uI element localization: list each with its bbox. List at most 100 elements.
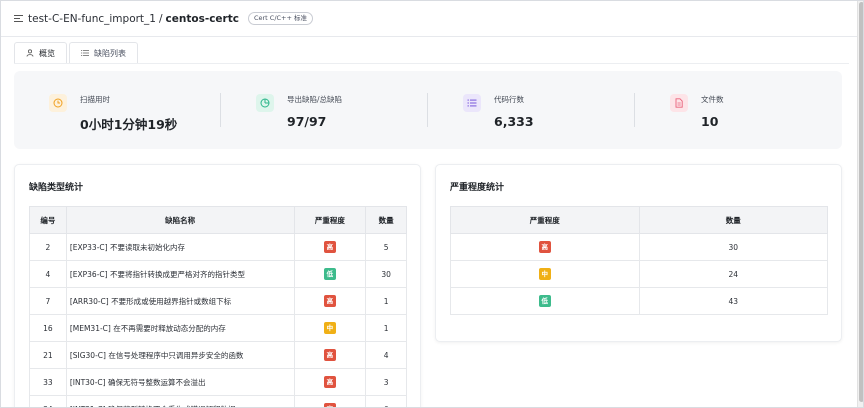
page-header: test-C-EN-func_import_1 / centos-certc C… [1,1,857,37]
column-header: 数量 [365,206,407,234]
defect-id: 2 [29,233,67,261]
defect-id: 4 [29,260,67,288]
defect-type-table: 编号 缺陷名称 严重程度 数量 2 [EXP33-C] 不要读取未初始化内存高 5 4… [29,206,407,407]
table-row: 低 43 [450,287,828,315]
severity-count: 43 [638,287,828,315]
severity-cell: 低 [293,260,367,288]
standard-badge: Cert C/C++ 标准 [247,12,314,25]
tab-bar: 概览 缺陷列表 [14,42,140,63]
table-row: 中 24 [450,260,828,288]
defect-name[interactable]: [INT30-C] 确保无符号整数运算不会溢出 [65,368,295,396]
stat-label: 扫描用时 [80,95,110,104]
page-scrollbar[interactable] [857,1,863,407]
table-row[interactable]: 34[INT31-C] 确保整型转换不会丢失或错误解释数据高 6 [29,395,407,407]
column-header: 缺陷名称 [65,206,295,234]
overview-icon [25,49,34,58]
tab-defect-list-label: 缺陷列表 [94,48,126,58]
table-row[interactable]: 4 [EXP36-C] 不要将指针转换成更严格对齐的指针类型 低 30 [29,260,407,288]
breadcrumb-separator: / [158,12,163,25]
tab-divider [14,63,849,64]
defect-count: 5 [365,233,407,261]
stat-value: 6,333 [494,114,534,129]
column-header: 严重程度 [450,206,640,234]
defect-id: 16 [29,314,67,342]
stat-label: 文件数 [701,95,724,104]
severity-cell: 低 [450,287,640,315]
tab-overview-label: 概览 [39,48,55,58]
table-row[interactable]: 16 [MEM31-C] 在不再需要时释放动态分配的内存 中 1 [29,314,407,342]
defect-id: 34 [29,395,67,407]
menu-icon[interactable] [14,14,23,23]
severity-count: 24 [638,260,828,288]
severity-badge: 低 [323,268,336,280]
table-header-row: 严重程度 数量 [450,206,828,234]
stat-label: 代码行数 [494,95,524,104]
severity-badge: 高 [323,403,336,407]
defect-id: 21 [29,341,67,369]
column-header: 数量 [638,206,828,234]
defect-count: 1 [365,287,407,315]
stat-value: 0小时1分钟19秒 [80,117,178,132]
defect-name[interactable]: [EXP36-C] 不要将指针转换成更严格对齐的指针类型 [65,260,295,288]
column-header: 编号 [29,206,67,234]
stat-value: 97/97 [287,114,327,129]
severity-stats-title: 严重程度统计 [450,183,505,193]
stat-code-lines: 代码行数 6,333 [428,71,635,149]
table-row[interactable]: 21 [SIG30-C] 在信号处理程序中只调用异步安全的函数 高 4 [29,341,407,369]
table-header-row: 编号 缺陷名称 严重程度 数量 [29,206,407,234]
severity-cell: 中 [450,260,640,288]
table-row[interactable]: 7 [ARR30-C] 不要形成或使用越界指针或数组下标 高 1 [29,287,407,315]
stats-panel: 扫描用时 0小时1分钟19秒 导出缺陷/总缺陷 97/97 代码行数 6,333… [14,71,842,149]
table-row: 高 30 [450,233,828,261]
defect-count: 30 [365,260,407,288]
table-row[interactable]: 2 [EXP33-C] 不要读取未初始化内存 高 5 [29,233,407,261]
severity-cell: 高 [293,368,367,396]
scrollbar-thumb[interactable] [859,2,863,402]
defect-id: 33 [29,368,67,396]
defect-name[interactable]: [EXP33-C] 不要读取未初始化内存 [65,233,295,261]
severity-badge: 中 [323,322,336,334]
app-window: test-C-EN-func_import_1 / centos-certc C… [0,0,864,408]
defect-count: 4 [365,341,407,369]
severity-badge: 高 [323,349,336,361]
defect-type-title: 缺陷类型统计 [29,183,84,193]
defect-name[interactable]: [MEM31-C] 在不再需要时释放动态分配的内存 [65,314,295,342]
defect-id: 7 [29,287,67,315]
severity-cell: 高 [293,395,367,407]
stat-value: 10 [701,114,719,129]
severity-badge: 低 [538,295,551,307]
severity-cell: 高 [293,233,367,261]
stat-exported-defects: 导出缺陷/总缺陷 97/97 [221,71,428,149]
tab-overview[interactable]: 概览 [14,42,67,63]
defect-name[interactable]: [ARR30-C] 不要形成或使用越界指针或数组下标 [65,287,295,315]
severity-badge: 中 [538,268,551,280]
stat-scan-time: 扫描用时 0小时1分钟19秒 [14,71,221,149]
defect-type-card: 缺陷类型统计 编号 缺陷名称 严重程度 数量 2 [EXP33-C] 不要读取未初… [14,164,421,407]
severity-stats-table: 严重程度 数量 高 30 中 24 低 43 [450,206,828,315]
clock-icon [49,94,67,112]
column-header: 严重程度 [293,206,367,234]
defect-name[interactable]: [INT31-C] 确保整型转换不会丢失或错误解释数据 [65,395,295,407]
severity-cell: 高 [450,233,640,261]
defect-count: 1 [365,314,407,342]
file-icon [670,94,688,112]
project-name[interactable]: test-C-EN-func_import_1 [28,13,156,25]
repo-name: centos-certc [165,12,239,25]
defect-count: 6 [365,395,407,407]
severity-badge: 高 [323,295,336,307]
severity-cell: 中 [293,314,367,342]
severity-cell: 高 [293,287,367,315]
stat-file-count: 文件数 10 [635,71,842,149]
severity-badge: 高 [323,376,336,388]
severity-count: 30 [638,233,828,261]
severity-stats-card: 严重程度统计 严重程度 数量 高 30 中 24 低 43 [435,164,842,342]
tab-defect-list[interactable]: 缺陷列表 [69,42,138,63]
severity-cell: 高 [293,341,367,369]
list-icon [80,49,89,58]
stat-label: 导出缺陷/总缺陷 [287,95,343,104]
defect-name[interactable]: [SIG30-C] 在信号处理程序中只调用异步安全的函数 [65,341,295,369]
defect-count: 3 [365,368,407,396]
lines-icon [463,94,481,112]
table-row[interactable]: 33 [INT30-C] 确保无符号整数运算不会溢出 高 3 [29,368,407,396]
pie-icon [256,94,274,112]
